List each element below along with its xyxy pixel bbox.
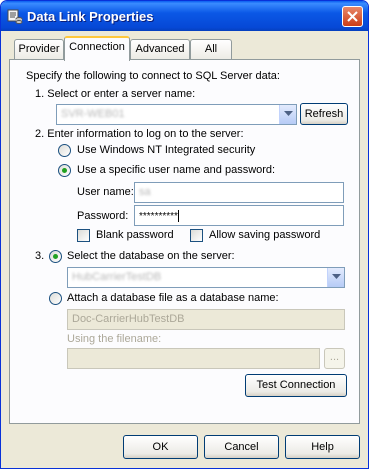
- specific-user-label: Use a specific user name and password:: [77, 164, 276, 176]
- nt-security-label: Use Windows NT Integrated security: [77, 144, 256, 156]
- allow-saving-password-checkbox[interactable]: [190, 229, 203, 242]
- close-icon: [347, 11, 358, 22]
- tab-advanced[interactable]: Advanced: [130, 39, 190, 60]
- select-db-label: Select the database on the server:: [67, 250, 235, 262]
- attach-db-radio[interactable]: [49, 292, 62, 305]
- close-button[interactable]: [342, 6, 363, 27]
- title-bar[interactable]: Data Link Properties: [1, 1, 368, 31]
- tab-connection[interactable]: Connection: [64, 36, 130, 61]
- help-button[interactable]: Help: [285, 435, 360, 459]
- blank-password-checkbox[interactable]: [77, 229, 90, 242]
- nt-security-radio[interactable]: [58, 144, 71, 157]
- intro-text: Specify the following to connect to SQL …: [26, 70, 280, 82]
- refresh-button[interactable]: Refresh: [300, 103, 348, 125]
- cancel-button[interactable]: Cancel: [204, 435, 279, 459]
- filename-label: Using the filename:: [67, 333, 162, 345]
- tab-all[interactable]: All: [190, 39, 232, 60]
- password-input[interactable]: **********: [134, 205, 344, 226]
- data-link-icon: [7, 8, 23, 24]
- chevron-down-icon: [332, 274, 341, 279]
- allow-saving-password-label: Allow saving password: [209, 229, 321, 241]
- window-title: Data Link Properties: [27, 9, 154, 24]
- data-link-properties-dialog: Data Link Properties Provider Connection…: [0, 0, 369, 469]
- step1-label: 1. Select or enter a server name:: [35, 88, 196, 100]
- step3-number: 3.: [35, 250, 45, 262]
- chevron-down-icon: [284, 111, 293, 116]
- password-label: Password:: [77, 210, 129, 222]
- select-db-radio[interactable]: [49, 250, 62, 263]
- test-connection-button[interactable]: Test Connection: [245, 374, 347, 397]
- password-value: **********: [139, 211, 178, 222]
- specific-user-radio[interactable]: [58, 164, 71, 177]
- database-value: HubCarrierTestDB: [72, 271, 162, 283]
- database-dropdown-button[interactable]: [327, 268, 344, 287]
- server-dropdown-button[interactable]: [279, 105, 296, 124]
- filename-input[interactable]: [67, 348, 320, 369]
- attach-db-value: Doc-CarrierHubTestDB: [72, 313, 185, 325]
- step2-label: 2. Enter information to log on to the se…: [35, 128, 244, 140]
- database-combo[interactable]: HubCarrierTestDB: [67, 267, 345, 288]
- attach-db-name-input[interactable]: Doc-CarrierHubTestDB: [67, 309, 345, 330]
- blank-password-label: Blank password: [96, 229, 174, 241]
- tab-provider[interactable]: Provider: [14, 39, 64, 60]
- username-label: User name:: [77, 186, 134, 198]
- username-input[interactable]: sa: [134, 182, 344, 203]
- ok-button[interactable]: OK: [123, 435, 198, 459]
- connection-tab-panel: Specify the following to connect to SQL …: [9, 59, 360, 424]
- browse-button[interactable]: ...: [324, 348, 345, 369]
- server-name-combo[interactable]: SVR-WEB01: [56, 104, 297, 125]
- text-caret: [177, 210, 179, 223]
- server-name-value: SVR-WEB01: [61, 108, 125, 120]
- username-value: sa: [139, 186, 151, 198]
- attach-db-label: Attach a database file as a database nam…: [67, 292, 279, 304]
